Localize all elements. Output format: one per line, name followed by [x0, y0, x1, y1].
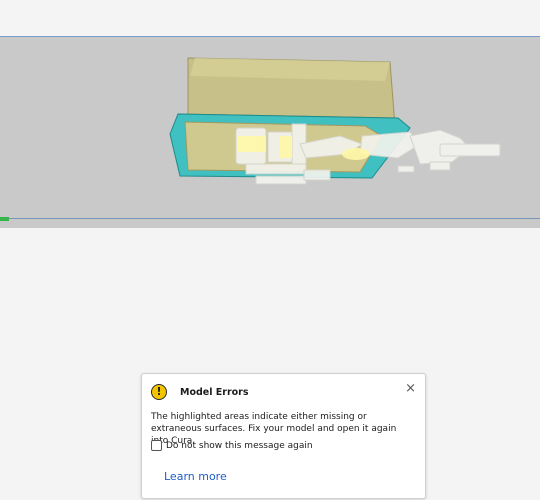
dialog-title: Model Errors: [180, 387, 249, 398]
build-plate-edge: [0, 218, 540, 219]
checkbox-label: Do not show this message again: [166, 440, 313, 451]
top-toolbar-area: [0, 0, 540, 36]
progress-indicator: [0, 217, 9, 221]
learn-more-link[interactable]: Learn more: [164, 470, 227, 483]
close-icon[interactable]: ×: [405, 382, 416, 395]
do-not-show-checkbox[interactable]: [151, 440, 162, 451]
do-not-show-checkbox-row[interactable]: Do not show this message again: [151, 440, 313, 451]
3d-model[interactable]: [0, 36, 540, 228]
warning-icon: !: [151, 384, 167, 400]
model-errors-dialog: ! Model Errors × The highlighted areas i…: [141, 373, 426, 499]
